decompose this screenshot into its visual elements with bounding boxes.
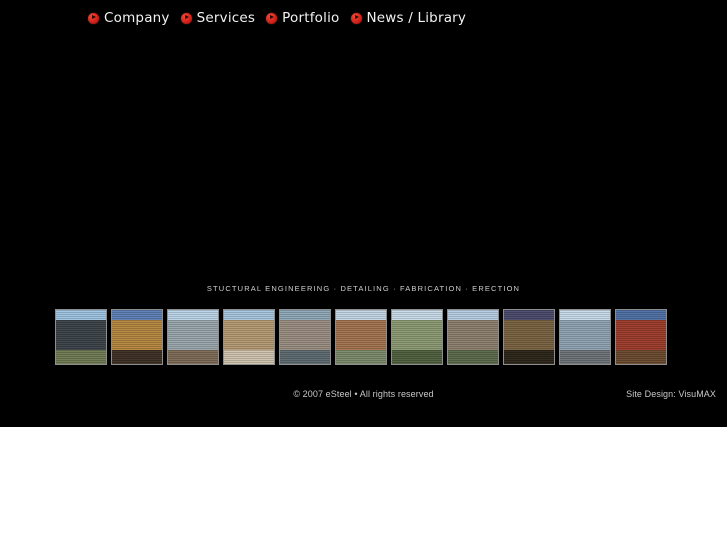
services-tagline: STUCTURAL ENGINEERING · DETAILING · FABR… [206, 284, 521, 293]
red-arrow-bullet-icon [180, 12, 192, 24]
red-arrow-bullet-icon [266, 12, 278, 24]
project-thumbnail-strip [55, 309, 677, 365]
footer-copyright: © 2007 eSteel • All rights reserved [293, 389, 434, 399]
hero-stage [0, 36, 727, 280]
thumbnail-item[interactable] [335, 309, 387, 365]
nav-item-label: Company [104, 10, 170, 26]
nav-item-portfolio[interactable]: Portfolio [266, 9, 339, 27]
nav-item-label: News / Library [366, 10, 467, 26]
thumbnail-item[interactable] [223, 309, 275, 365]
nav-item-label: Services [196, 10, 256, 26]
nav-item-label: Portfolio [282, 10, 340, 26]
nav-item-news-library[interactable]: News / Library [350, 9, 467, 27]
thumbnail-item[interactable] [503, 309, 555, 365]
page-whitespace [0, 427, 727, 545]
thumbnail-item[interactable] [55, 309, 107, 365]
page-root: Company Services Portfolio News / Librar… [0, 0, 727, 545]
thumbnail-item[interactable] [167, 309, 219, 365]
thumbnail-item[interactable] [559, 309, 611, 365]
thumbnail-item[interactable] [447, 309, 499, 365]
main-navigation: Company Services Portfolio News / Librar… [88, 9, 466, 27]
thumbnail-item[interactable] [111, 309, 163, 365]
thumbnail-item[interactable] [391, 309, 443, 365]
thumbnail-item[interactable] [615, 309, 667, 365]
site-canvas: Company Services Portfolio News / Librar… [0, 0, 727, 427]
nav-item-company[interactable]: Company [88, 9, 170, 27]
footer-site-credit[interactable]: Site Design: VisuMAX [626, 389, 716, 399]
red-arrow-bullet-icon [88, 12, 99, 24]
nav-item-services[interactable]: Services [180, 9, 256, 27]
red-arrow-bullet-icon [350, 12, 362, 24]
thumbnail-item[interactable] [279, 309, 331, 365]
